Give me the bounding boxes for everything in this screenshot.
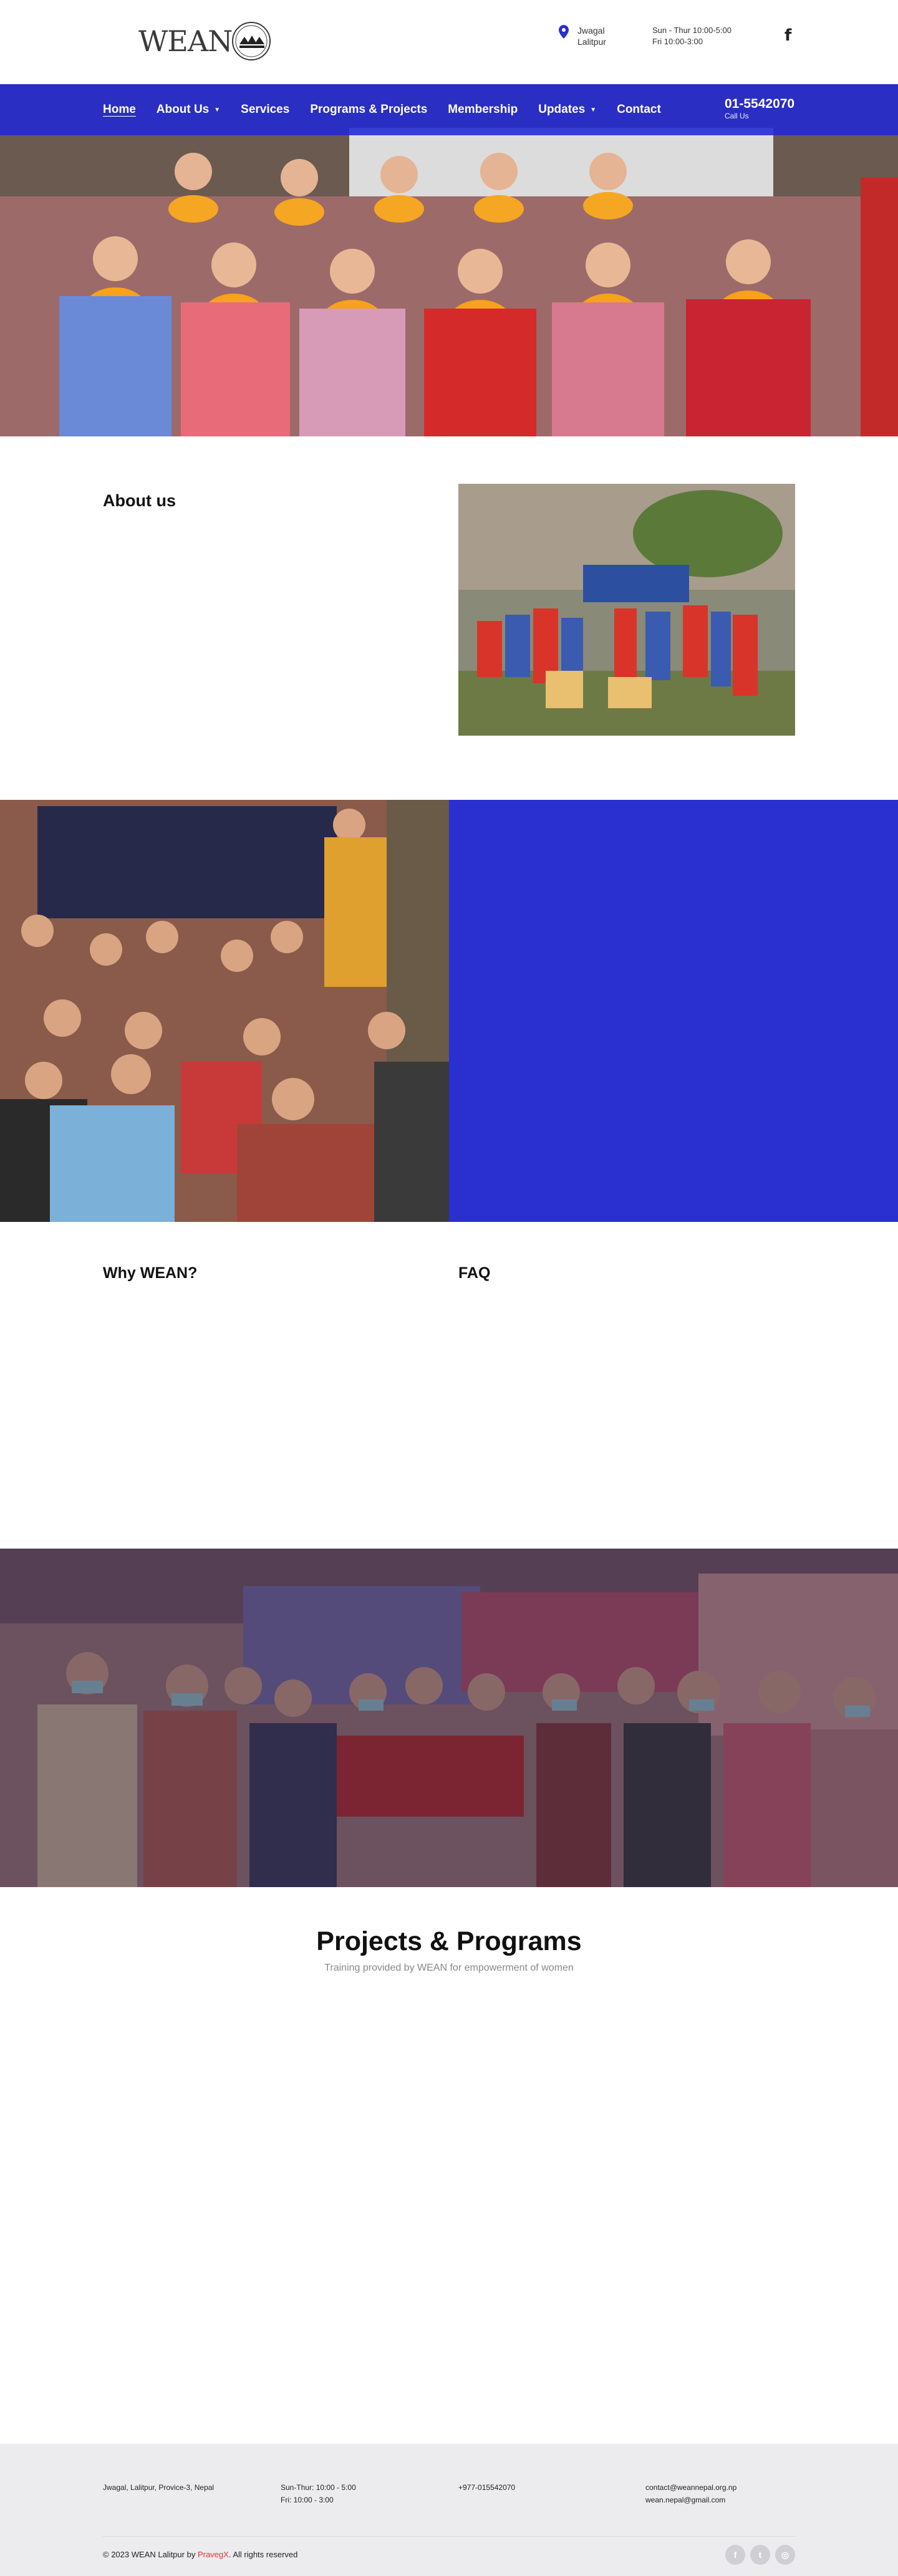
footer-address: Jwagal, Lalitpur, Provice-3, Nepal xyxy=(103,2483,215,2492)
chevron-down-icon: ▼ xyxy=(214,106,221,113)
main-navigation: Home About Us ▼ Services Programs & Projects… xyxy=(0,84,898,135)
twitter-icon[interactable]: t xyxy=(750,2545,770,2565)
nav-item-label: About Us xyxy=(156,103,210,116)
nav-item-about-us[interactable]: About Us ▼ xyxy=(157,103,220,117)
chevron-down-icon: ▼ xyxy=(590,106,597,113)
hero-group-photo xyxy=(0,84,898,436)
copyright-prefix: © 2023 WEAN Lalitpur by xyxy=(103,2550,198,2559)
copyright: © 2023 WEAN Lalitpur by PravegX. All rig… xyxy=(103,2550,297,2559)
nav-item-updates[interactable]: Updates ▼ xyxy=(538,103,596,117)
nav-menu: Home About Us ▼ Services Programs & Projects… xyxy=(103,84,682,135)
footer-emails: contact@weannepal.org.np wean.nepal@gmai… xyxy=(645,2481,736,2506)
training-group-photo xyxy=(0,800,449,1222)
location-line-1: Jwagal xyxy=(577,26,605,36)
top-header: WEAN Jwagal Lalitpur Sun - Thur 10:00-5:… xyxy=(0,0,898,84)
nav-phone[interactable]: 01-5542070 Call Us xyxy=(725,97,794,120)
footer-email-1[interactable]: contact@weannepal.org.np xyxy=(645,2481,736,2494)
nav-item-home[interactable]: Home xyxy=(103,103,136,117)
site-footer: Jwagal, Lalitpur, Provice-3, Nepal Sun-T… xyxy=(0,2444,898,2576)
hours-line-1: Sun - Thur 10:00-5:00 xyxy=(652,26,731,35)
site-logo[interactable]: WEAN xyxy=(138,19,273,64)
facebook-icon[interactable]: f xyxy=(785,27,796,44)
location-info: Jwagal Lalitpur xyxy=(559,25,606,47)
opening-hours: Sun - Thur 10:00-5:00 Fri 10:00-3:00 xyxy=(652,25,731,47)
footer-phone[interactable]: +977-015542070 xyxy=(458,2481,515,2494)
hours-line-2: Fri 10:00-3:00 xyxy=(652,37,703,46)
photo-overlay xyxy=(0,1549,898,1887)
copyright-suffix: . All rights reserved xyxy=(228,2550,298,2559)
nav-item-label: Contact xyxy=(617,103,661,116)
hero-banner: Home About Us ▼ Services Programs & Projects… xyxy=(0,84,898,436)
about-group-photo xyxy=(458,484,795,736)
about-photo xyxy=(458,484,795,736)
nav-item-programs-projects[interactable]: Programs & Projects xyxy=(310,103,427,117)
phone-label: Call Us xyxy=(725,112,749,120)
nav-item-contact[interactable]: Contact xyxy=(617,103,661,117)
location-line-2: Lalitpur xyxy=(577,37,606,47)
nav-item-label: Home xyxy=(103,103,136,116)
logo-seal-icon xyxy=(232,22,271,60)
nav-item-label: Membership xyxy=(448,103,518,116)
nav-item-membership[interactable]: Membership xyxy=(448,103,518,117)
nav-item-services[interactable]: Services xyxy=(241,103,289,117)
logo-text: WEAN xyxy=(138,24,233,58)
nav-item-label: Programs & Projects xyxy=(310,103,428,116)
covid-awareness-photo xyxy=(0,1549,898,1887)
faq-heading: FAQ xyxy=(458,1264,491,1282)
projects-heading: Projects & Programs xyxy=(316,1926,582,1956)
footer-email-2[interactable]: wean.nepal@gmail.com xyxy=(645,2494,736,2506)
about-heading: About us xyxy=(103,491,176,510)
footer-hours-line-2: Fri: 10:00 - 3:00 xyxy=(281,2496,334,2504)
footer-hours-line-1: Sun-Thur: 10:00 - 5:00 xyxy=(281,2483,356,2492)
projects-subtitle: Training provided by WEAN for empowermen… xyxy=(324,1963,574,1973)
phone-number: 01-5542070 xyxy=(725,97,795,111)
nav-item-label: Updates xyxy=(538,103,586,116)
footer-divider xyxy=(103,2536,795,2537)
facebook-icon[interactable]: f xyxy=(725,2545,745,2565)
location-pin-icon xyxy=(559,25,569,39)
page: WEAN Jwagal Lalitpur Sun - Thur 10:00-5:… xyxy=(0,0,898,2576)
nav-item-label: Services xyxy=(241,103,290,116)
why-wean-heading: Why WEAN? xyxy=(103,1264,198,1282)
developer-link[interactable]: PravegX xyxy=(198,2550,229,2559)
blue-feature-panel xyxy=(449,800,898,1222)
footer-hours: Sun-Thur: 10:00 - 5:00 Fri: 10:00 - 3:00 xyxy=(281,2481,356,2506)
instagram-icon[interactable]: ◎ xyxy=(775,2545,795,2565)
training-photo xyxy=(0,800,449,1222)
